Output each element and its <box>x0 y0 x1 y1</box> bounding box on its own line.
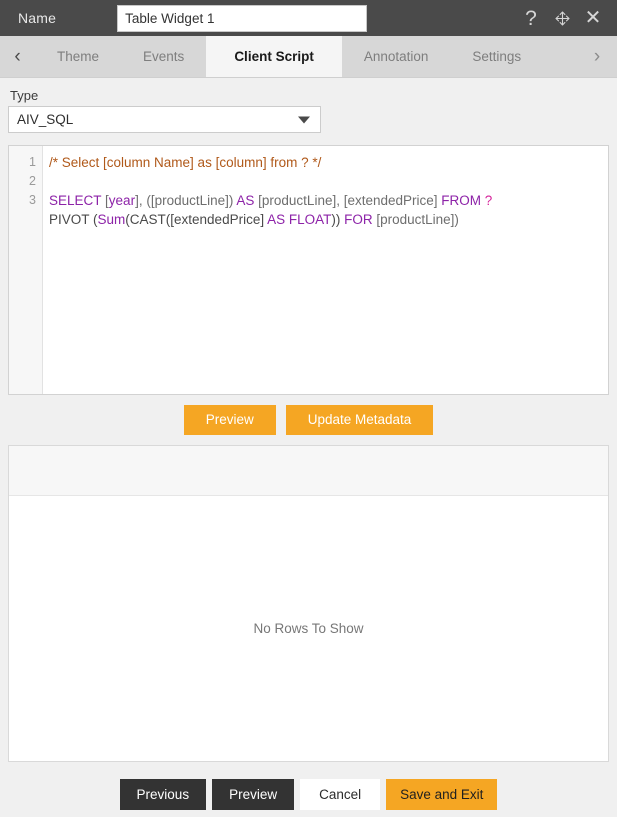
title-bar-actions: ? ✕ <box>521 8 607 29</box>
tabs-scroll-left-icon[interactable]: ‹ <box>0 36 35 77</box>
update-metadata-button[interactable]: Update Metadata <box>285 405 434 435</box>
name-label: Name <box>18 10 57 26</box>
code-token-comment: /* Select [column Name] as [column] from… <box>49 155 322 170</box>
line-number: 1 <box>29 155 36 169</box>
tab-annotation[interactable]: Annotation <box>342 36 451 77</box>
results-grid-body: No Rows To Show <box>9 496 608 761</box>
widget-name-input[interactable] <box>117 4 368 32</box>
tab-list: Theme Events Client Script Annotation Se… <box>35 36 543 77</box>
code-token-keyword: FROM <box>441 193 485 208</box>
code-token-keyword: Sum <box>97 212 126 227</box>
code-token-keyword: AS FLOAT <box>267 212 332 227</box>
tab-theme[interactable]: Theme <box>35 36 121 77</box>
client-script-panel: Type AIV_SQL 1 2 3 /* Select [column Nam… <box>0 88 617 810</box>
script-type-select[interactable]: AIV_SQL <box>8 106 321 133</box>
code-line: SELECT [year], ([productLine]) AS [produ… <box>49 191 608 229</box>
code-token-plain: )) <box>331 212 345 227</box>
sql-code-editor[interactable]: 1 2 3 /* Select [column Name] as [column… <box>8 145 609 395</box>
chevron-down-icon <box>298 116 310 123</box>
code-token-plain: PIVOT ( <box>49 212 98 227</box>
type-label: Type <box>10 88 39 103</box>
footer-preview-button[interactable]: Preview <box>212 778 295 810</box>
dialog-footer: Previous Preview Cancel Save and Exit <box>8 778 609 810</box>
code-token-bracket: [productLine]) <box>376 212 459 227</box>
code-token-bracket: [productLine] <box>150 193 229 208</box>
code-token-keyword: SELECT <box>49 193 106 208</box>
preview-button[interactable]: Preview <box>183 405 276 435</box>
code-token-plain: (CAST([extendedPrice] <box>125 212 268 227</box>
dialog-title-bar: Name ? ✕ <box>0 0 617 36</box>
move-arrows-icon[interactable] <box>552 8 572 28</box>
cancel-button[interactable]: Cancel <box>300 778 381 810</box>
code-token-bracket: ], ( <box>135 193 151 208</box>
save-and-exit-button[interactable]: Save and Exit <box>386 778 498 810</box>
help-icon[interactable]: ? <box>521 8 541 29</box>
line-number: 2 <box>29 174 36 188</box>
code-token-keyword: FOR <box>344 212 377 227</box>
code-token-param: ? <box>484 193 493 208</box>
tab-events[interactable]: Events <box>121 36 206 77</box>
tab-bar: ‹ Theme Events Client Script Annotation … <box>0 36 617 78</box>
code-token-keyword: AS <box>236 193 259 208</box>
previous-button[interactable]: Previous <box>119 778 207 810</box>
tab-settings[interactable]: Settings <box>450 36 543 77</box>
results-grid-header <box>9 445 608 496</box>
script-type-value: AIV_SQL <box>17 112 74 127</box>
no-rows-message: No Rows To Show <box>253 620 364 636</box>
code-token-bracket: [productLine], [extendedPrice] <box>258 193 442 208</box>
tab-client-script[interactable]: Client Script <box>206 36 342 77</box>
editor-line-numbers: 1 2 3 <box>9 146 43 394</box>
line-number: 3 <box>29 193 36 207</box>
tabs-scroll-right-icon[interactable]: › <box>577 36 617 77</box>
results-grid: No Rows To Show <box>8 444 609 762</box>
editor-action-row: Preview Update Metadata <box>8 405 609 435</box>
editor-code-content[interactable]: /* Select [column Name] as [column] from… <box>43 146 608 394</box>
code-line: /* Select [column Name] as [column] from… <box>49 153 608 172</box>
close-x-icon[interactable]: ✕ <box>583 8 603 28</box>
code-token-keyword: year <box>108 193 136 208</box>
